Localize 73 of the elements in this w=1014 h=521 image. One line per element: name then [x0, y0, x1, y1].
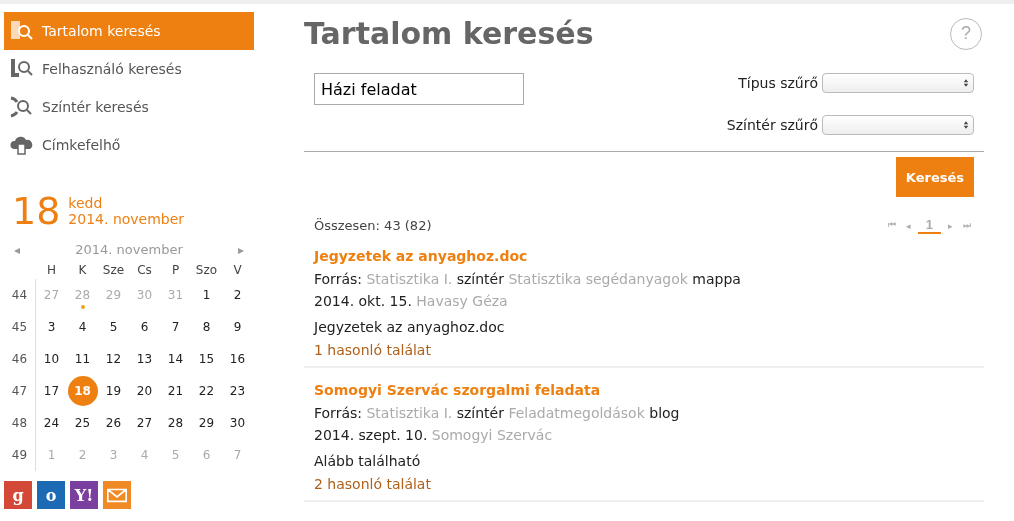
weekday-label: V: [232, 262, 243, 279]
calendar-day[interactable]: 26: [98, 408, 129, 438]
page-title: Tartalom keresés: [304, 16, 594, 51]
calendar-day[interactable]: 15: [191, 344, 222, 374]
updown-icon: [963, 120, 969, 130]
calendar-day[interactable]: 14: [160, 344, 191, 374]
calendar-day[interactable]: 9: [222, 312, 253, 342]
calendar-day[interactable]: 29: [191, 408, 222, 438]
calendar-day[interactable]: 25: [67, 408, 98, 438]
result-date: 2014. szept. 10. Somogyi Szervác: [314, 426, 554, 445]
calendar-day[interactable]: 2: [222, 280, 253, 310]
result-source: Forrás: Statisztika I. színtér Statisztika segédanyagok mappa: [314, 270, 742, 289]
week-number: 47: [4, 375, 36, 407]
calendar-day[interactable]: 8: [191, 312, 222, 342]
service-button[interactable]: Y!: [70, 481, 98, 509]
calendar-day[interactable]: 30: [222, 408, 253, 438]
weekday-label: P: [170, 262, 181, 279]
calendar-day[interactable]: 19: [98, 376, 129, 406]
weekday-label: Szo: [194, 262, 219, 279]
week-number: 44: [4, 279, 36, 311]
nav-item[interactable]: Színtér keresés: [4, 88, 254, 126]
result-source: Forrás: Statisztika I. színtér Feladatmegoldások blog: [314, 404, 681, 423]
today-weekday: kedd: [68, 195, 104, 211]
calendar-day[interactable]: 3: [36, 312, 67, 342]
filter-select[interactable]: [822, 73, 974, 93]
nav-item[interactable]: Felhasználó keresés: [4, 50, 254, 88]
calendar-day[interactable]: 28: [160, 408, 191, 438]
calendar-day[interactable]: 22: [191, 376, 222, 406]
service-button[interactable]: g: [4, 481, 32, 509]
result-count: Összesen: 43 (82): [314, 218, 432, 233]
calendar-day[interactable]: 17: [36, 376, 67, 406]
previous-month-button[interactable]: ◂: [10, 242, 24, 257]
week-number: 45: [4, 311, 36, 343]
updown-icon: [963, 78, 969, 88]
calendar-day[interactable]: 27: [129, 408, 160, 438]
calendar-day[interactable]: 1: [191, 280, 222, 310]
calendar-day[interactable]: 11: [67, 344, 98, 374]
calendar-day[interactable]: 23: [222, 376, 253, 406]
search-icon: [10, 95, 34, 119]
week-number: 49: [4, 439, 36, 471]
calendar-day[interactable]: 21: [160, 376, 191, 406]
today-day: 18: [12, 192, 61, 230]
similar-results-link[interactable]: 2 hasonló találat: [314, 476, 431, 492]
result-date: 2014. okt. 15. Havasy Géza: [314, 292, 509, 311]
calendar-day[interactable]: 7: [160, 312, 191, 342]
calendar-day[interactable]: 12: [98, 344, 129, 374]
next-month-button[interactable]: ▸: [234, 242, 248, 257]
calendar-day[interactable]: 10: [36, 344, 67, 374]
week-number: 48: [4, 407, 36, 439]
service-button[interactable]: [103, 481, 131, 509]
calendar-day[interactable]: 6: [129, 312, 160, 342]
week-number: 46: [4, 343, 36, 375]
filter-label: Színtér szűrő: [726, 117, 818, 133]
service-button[interactable]: o: [37, 481, 65, 509]
filter-select[interactable]: [822, 115, 974, 135]
nav-item[interactable]: Címkefelhő: [4, 126, 254, 164]
calendar-month: 2014. november: [75, 242, 183, 257]
weekday-label: Cs: [136, 262, 153, 279]
weekday-label: H: [46, 262, 57, 279]
similar-results-link[interactable]: 1 hasonló találat: [314, 342, 431, 358]
calendar-day[interactable]: 24: [36, 408, 67, 438]
today-month: 2014. november: [68, 211, 185, 227]
calendar-day[interactable]: 16: [222, 344, 253, 374]
weekday-label: K: [77, 262, 88, 279]
result-excerpt: Jegyzetek az anyaghoz.doc: [314, 318, 506, 337]
calendar-day[interactable]: 5: [98, 312, 129, 342]
filter-label: Típus szűrő: [738, 75, 818, 91]
calendar-day[interactable]: 13: [129, 344, 160, 374]
search-field[interactable]: Házi feladat: [314, 73, 524, 105]
weekday-label: Sze: [101, 262, 126, 279]
calendar-day[interactable]: 4: [67, 312, 98, 342]
calendar-day[interactable]: 20: [129, 376, 160, 406]
result-excerpt: Alább található: [314, 452, 422, 471]
